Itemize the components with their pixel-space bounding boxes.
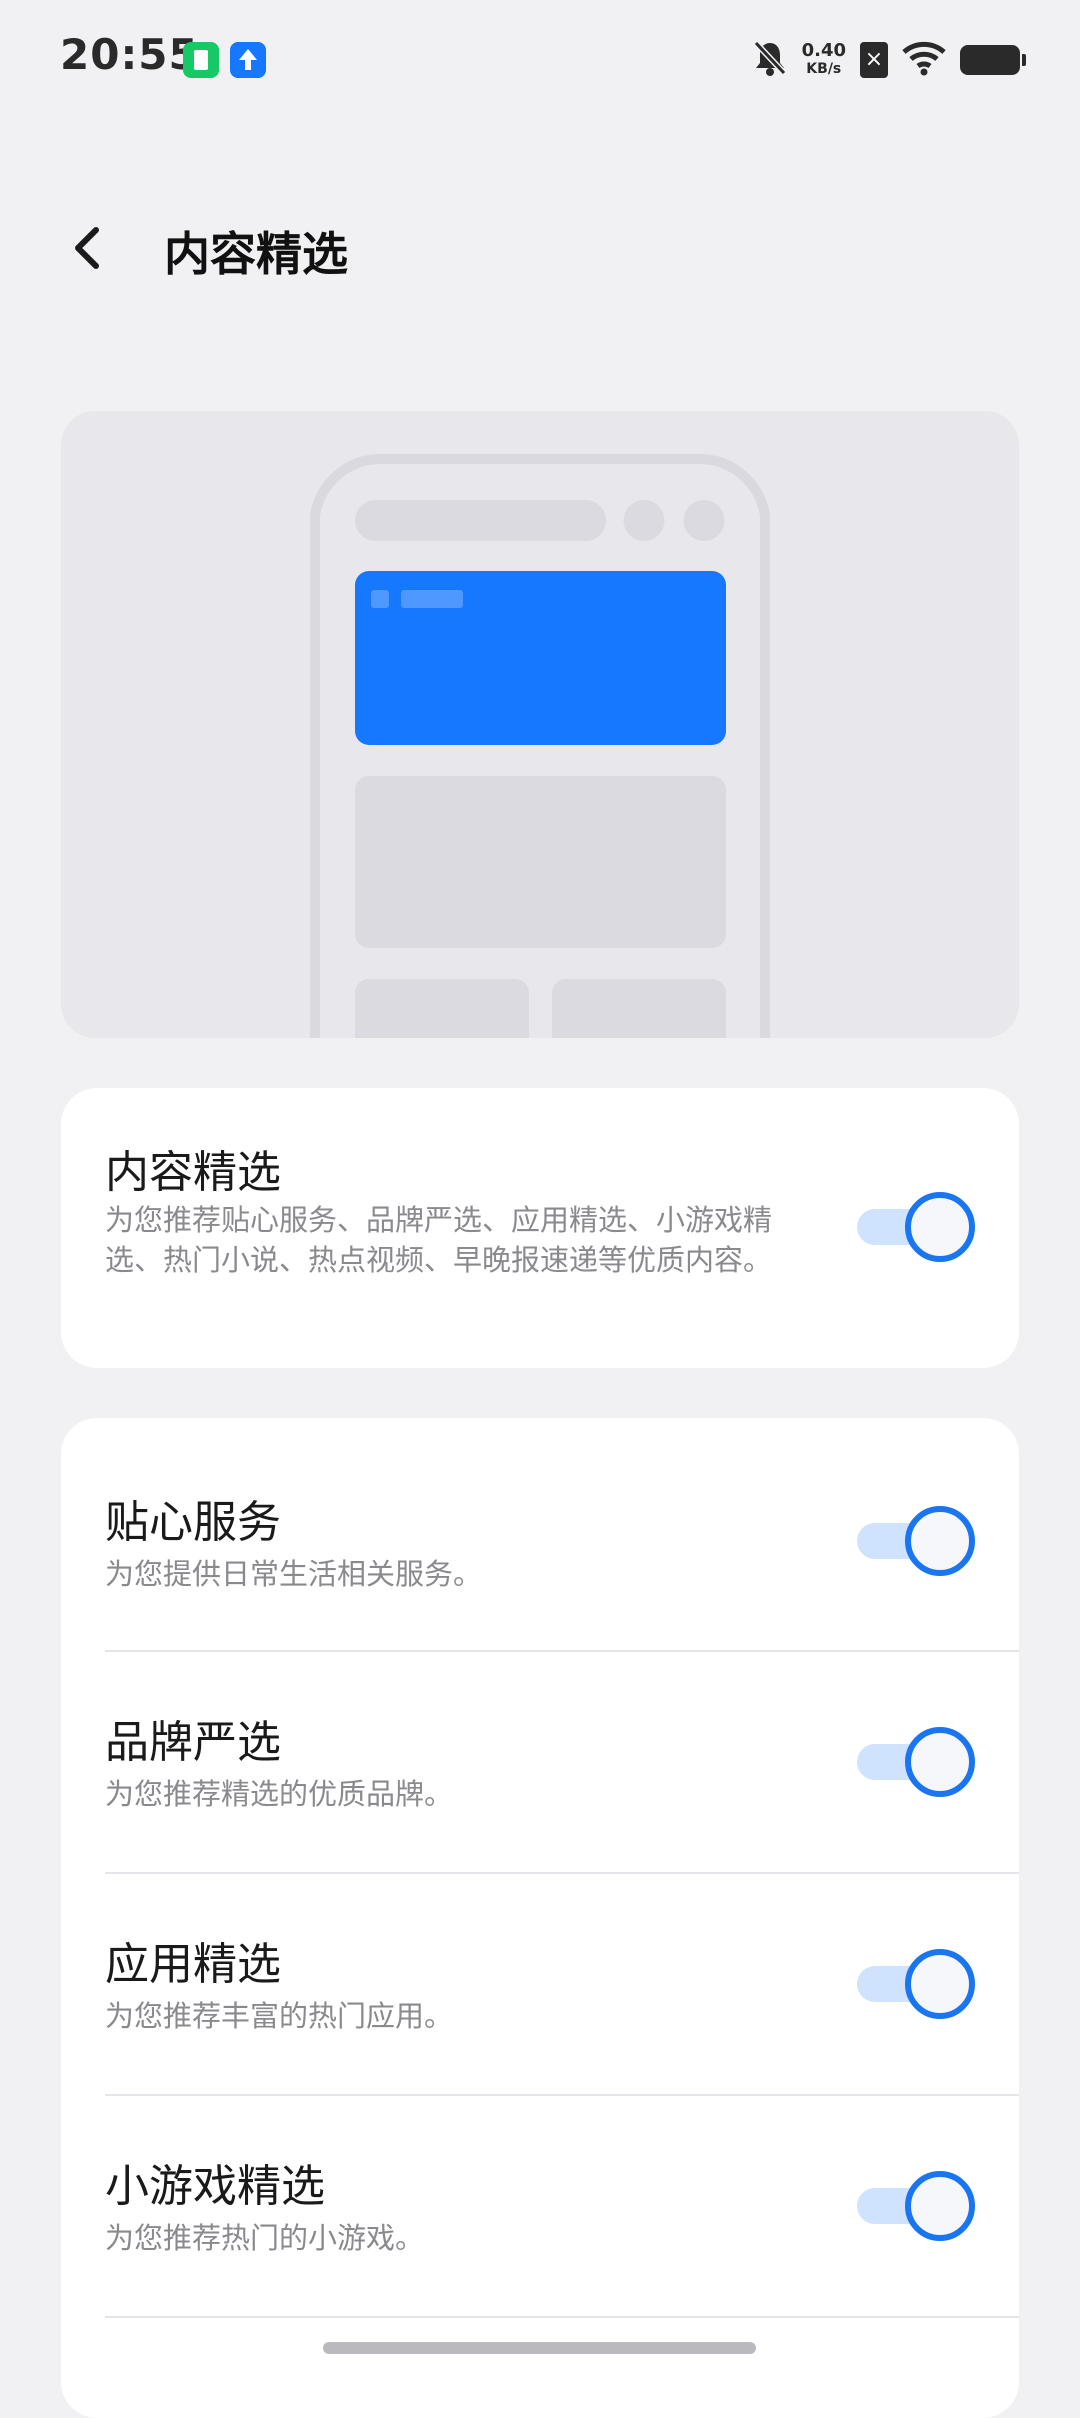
setting-title: 内容精选 — [105, 1147, 281, 1198]
toggle-knob — [905, 1727, 975, 1797]
setting-description: 为您推荐热门的小游戏。 — [105, 2221, 425, 2255]
chevron-left-icon — [75, 227, 99, 269]
network-speed: 0.40 KB/s — [801, 40, 846, 78]
hero-illustration — [61, 411, 1019, 1038]
mini-games-toggle[interactable] — [857, 2171, 975, 2241]
toggle-knob — [905, 1192, 975, 1262]
home-indicator[interactable] — [323, 2342, 756, 2354]
setting-title: 品牌严选 — [105, 1717, 281, 1768]
app-notification-icon — [183, 42, 219, 78]
setting-row-mini-games[interactable]: 小游戏精选 为您推荐热门的小游戏。 — [61, 2096, 1019, 2316]
status-time: 20:55 — [60, 30, 199, 79]
mute-bell-icon — [752, 39, 788, 81]
setting-title: 小游戏精选 — [105, 2161, 325, 2212]
settings-list-card: 贴心服务 为您提供日常生活相关服务。 品牌严选 为您推荐精选的优质品牌。 应用精… — [61, 1418, 1019, 2418]
status-bar: 20:55 0.40 KB/s × — [0, 0, 1080, 120]
page-title: 内容精选 — [164, 227, 348, 281]
setting-description: 为您提供日常生活相关服务。 — [105, 1557, 483, 1591]
setting-description: 为您推荐精选的优质品牌。 — [105, 1777, 454, 1811]
toggle-knob — [905, 1506, 975, 1576]
brand-selection-toggle[interactable] — [857, 1727, 975, 1797]
app-selection-toggle[interactable] — [857, 1949, 975, 2019]
toggle-knob — [905, 2171, 975, 2241]
divider — [105, 2316, 1019, 2318]
sim-off-icon: × — [860, 42, 888, 78]
toggle-knob — [905, 1949, 975, 2019]
battery-icon — [960, 45, 1026, 75]
phone-illustration — [310, 453, 770, 1038]
setting-row-app-selection[interactable]: 应用精选 为您推荐丰富的热门应用。 — [61, 1874, 1019, 2094]
setting-row-thoughtful-service[interactable]: 贴心服务 为您提供日常生活相关服务。 — [61, 1418, 1019, 1650]
setting-description: 为您推荐丰富的热门应用。 — [105, 1999, 454, 2033]
setting-title: 应用精选 — [105, 1939, 281, 1990]
back-button[interactable] — [58, 216, 122, 280]
setting-row-content-selection[interactable]: 内容精选 为您推荐贴心服务、品牌严选、应用精选、小游戏精选、热门小说、热点视频、… — [61, 1088, 1019, 1368]
title-bar: 内容精选 — [0, 200, 1080, 300]
wifi-icon — [902, 40, 946, 80]
thoughtful-service-toggle[interactable] — [857, 1506, 975, 1576]
setting-description: 为您推荐贴心服务、品牌严选、应用精选、小游戏精选、热门小说、热点视频、早晚报速递… — [105, 1203, 773, 1277]
upload-notification-icon — [230, 42, 266, 78]
setting-title: 贴心服务 — [105, 1497, 281, 1548]
content-selection-toggle[interactable] — [857, 1192, 975, 1262]
main-setting-card: 内容精选 为您推荐贴心服务、品牌严选、应用精选、小游戏精选、热门小说、热点视频、… — [61, 1088, 1019, 1368]
setting-row-brand-selection[interactable]: 品牌严选 为您推荐精选的优质品牌。 — [61, 1652, 1019, 1872]
